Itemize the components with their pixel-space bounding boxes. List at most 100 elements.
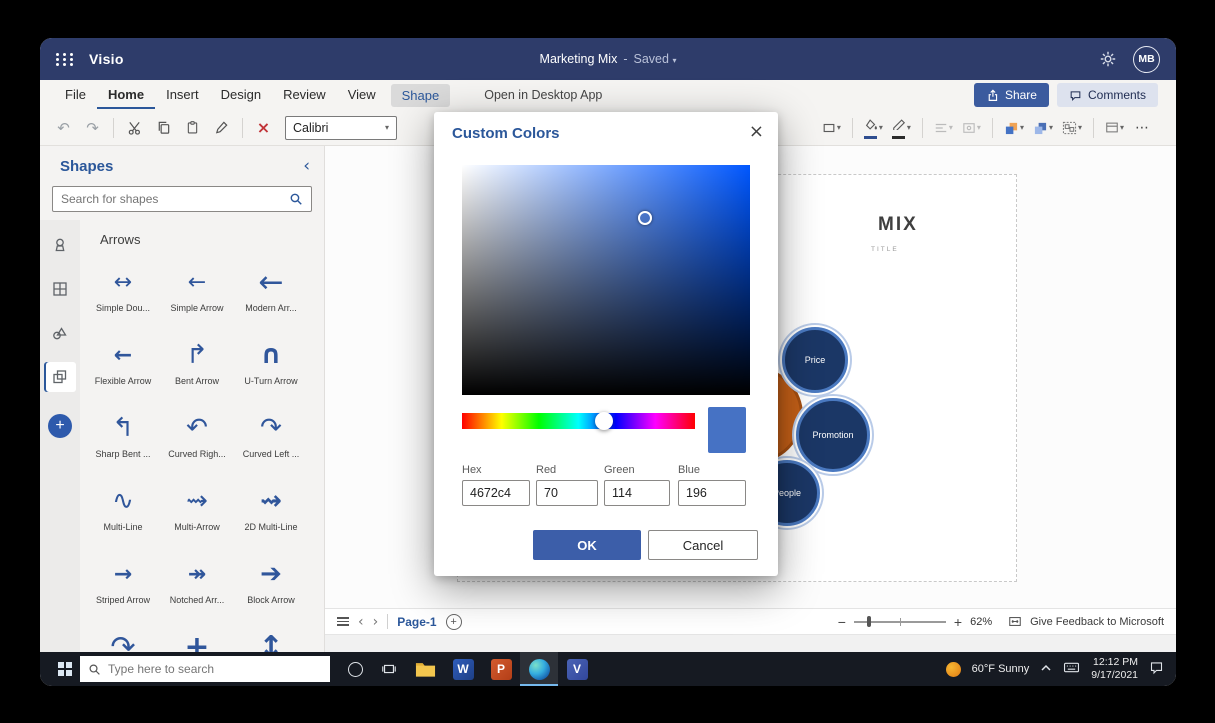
shape-item[interactable]: ➔Block Arrow bbox=[234, 549, 308, 622]
shape-search-input[interactable] bbox=[61, 192, 289, 206]
open-in-desktop-link[interactable]: Open in Desktop App bbox=[484, 88, 602, 102]
document-title[interactable]: Marketing Mix bbox=[540, 52, 618, 66]
align-dropdown[interactable]: ▾ bbox=[931, 120, 956, 136]
shape-item[interactable]: + bbox=[160, 622, 234, 652]
shape-item[interactable]: ←Modern Arr... bbox=[234, 257, 308, 330]
hue-slider-thumb[interactable] bbox=[595, 412, 613, 430]
shape-item[interactable]: ↰Sharp Bent ... bbox=[86, 403, 160, 476]
font-dropdown[interactable]: Calibri ▾ bbox=[285, 116, 397, 140]
add-page-button[interactable]: + bbox=[446, 614, 462, 630]
tab-file[interactable]: File bbox=[54, 82, 97, 109]
shape-search-box[interactable] bbox=[52, 186, 312, 212]
send-backward-dropdown[interactable]: ▾ bbox=[1030, 119, 1056, 137]
shape-item[interactable]: ↕ bbox=[234, 622, 308, 652]
visio-app-icon[interactable]: V bbox=[558, 652, 596, 686]
cancel-button[interactable]: Cancel bbox=[648, 530, 758, 560]
gradient-selector-ring[interactable] bbox=[638, 211, 652, 225]
tab-shape[interactable]: Shape bbox=[391, 84, 451, 107]
promotion-circle-shape[interactable]: Promotion bbox=[796, 398, 870, 472]
shape-item[interactable]: ←Flexible Arrow bbox=[86, 330, 160, 403]
shape-item[interactable]: →Striped Arrow bbox=[86, 549, 160, 622]
ok-button[interactable]: OK bbox=[533, 530, 641, 560]
shape-item[interactable]: ↶Curved Righ... bbox=[160, 403, 234, 476]
undo-icon[interactable]: ↶ bbox=[50, 115, 77, 141]
tab-view[interactable]: View bbox=[337, 82, 387, 109]
start-button[interactable] bbox=[50, 652, 80, 686]
feedback-link[interactable]: Give Feedback to Microsoft bbox=[1030, 616, 1164, 628]
red-input[interactable] bbox=[536, 480, 598, 506]
task-view-icon[interactable] bbox=[372, 652, 406, 686]
zoom-level[interactable]: 62% bbox=[970, 616, 1000, 628]
tab-insert[interactable]: Insert bbox=[155, 82, 210, 109]
shape-item[interactable]: ↠Notched Arr... bbox=[160, 549, 234, 622]
action-center-icon[interactable] bbox=[1149, 660, 1164, 678]
position-dropdown[interactable]: ▾ bbox=[959, 120, 984, 136]
blue-input[interactable] bbox=[678, 480, 746, 506]
tab-review[interactable]: Review bbox=[272, 82, 337, 109]
redo-icon[interactable]: ↷ bbox=[79, 115, 106, 141]
container-dropdown[interactable]: ▾ bbox=[1102, 119, 1127, 136]
avatar[interactable]: MB bbox=[1133, 46, 1160, 73]
tab-design[interactable]: Design bbox=[210, 82, 272, 109]
hue-slider[interactable] bbox=[462, 413, 695, 429]
delete-shape-icon[interactable]: × bbox=[250, 115, 277, 141]
weather-label[interactable]: 60°F Sunny bbox=[972, 663, 1030, 675]
group-dropdown[interactable]: ▾ bbox=[1059, 119, 1085, 137]
cut-icon[interactable] bbox=[121, 115, 148, 141]
edge-browser-icon[interactable] bbox=[520, 652, 558, 686]
bring-forward-dropdown[interactable]: ▾ bbox=[1001, 119, 1027, 137]
shape-item[interactable]: ∩U-Turn Arrow bbox=[234, 330, 308, 403]
price-circle-shape[interactable]: Price bbox=[782, 327, 848, 393]
fit-page-icon[interactable] bbox=[1008, 615, 1022, 628]
shape-item[interactable]: ∿Multi-Line bbox=[86, 476, 160, 549]
paste-icon[interactable] bbox=[179, 115, 206, 141]
page-tab[interactable]: Page-1 bbox=[397, 615, 436, 629]
task-panes-icon[interactable] bbox=[337, 615, 349, 628]
collapse-panel-icon[interactable]: ‹ bbox=[303, 156, 310, 176]
change-shape-dropdown[interactable]: ▾ bbox=[819, 119, 844, 137]
stencil-basic-icon[interactable] bbox=[44, 230, 76, 260]
next-page-icon[interactable]: › bbox=[373, 614, 379, 630]
shape-item[interactable]: ↱Bent Arrow bbox=[160, 330, 234, 403]
fill-color-dropdown[interactable]: ▾ bbox=[861, 115, 886, 141]
zoom-in-button[interactable]: + bbox=[954, 614, 962, 630]
more-options-icon[interactable]: ⋯ bbox=[1130, 120, 1154, 136]
shape-item[interactable]: ↷Curved Left ... bbox=[234, 403, 308, 476]
tab-home[interactable]: Home bbox=[97, 82, 155, 109]
saved-status[interactable]: Saved bbox=[634, 52, 669, 66]
share-button[interactable]: Share bbox=[974, 83, 1049, 107]
hex-input[interactable] bbox=[462, 480, 530, 506]
close-icon[interactable]: × bbox=[749, 121, 764, 142]
diagram-subtitle[interactable]: TITLE bbox=[871, 246, 899, 253]
clock[interactable]: 12:12 PM 9/17/2021 bbox=[1091, 656, 1138, 682]
taskbar-search-box[interactable] bbox=[80, 656, 330, 682]
search-icon[interactable] bbox=[289, 192, 303, 206]
format-painter-icon[interactable] bbox=[208, 115, 235, 141]
green-input[interactable] bbox=[604, 480, 670, 506]
tray-chevron-up-icon[interactable] bbox=[1040, 663, 1052, 675]
word-icon[interactable]: W bbox=[444, 652, 482, 686]
powerpoint-icon[interactable]: P bbox=[482, 652, 520, 686]
stencil-shapes-icon[interactable] bbox=[44, 318, 76, 348]
comments-button[interactable]: Comments bbox=[1057, 83, 1158, 107]
weather-icon[interactable] bbox=[946, 662, 961, 677]
zoom-out-button[interactable]: − bbox=[838, 614, 846, 630]
gear-icon[interactable] bbox=[1099, 50, 1117, 68]
shape-item[interactable]: ←Simple Arrow bbox=[160, 257, 234, 330]
add-stencil-button[interactable]: + bbox=[48, 414, 72, 438]
diagram-title[interactable]: MIX bbox=[878, 214, 918, 236]
color-gradient-picker[interactable] bbox=[462, 165, 750, 395]
shape-item[interactable]: ↔Simple Dou... bbox=[86, 257, 160, 330]
zoom-slider[interactable] bbox=[854, 615, 946, 629]
cortana-icon[interactable] bbox=[338, 652, 372, 686]
stencil-arrows-icon[interactable] bbox=[44, 362, 76, 392]
shape-item[interactable]: ↷ bbox=[86, 622, 160, 652]
taskbar-search-input[interactable] bbox=[108, 662, 322, 676]
app-launcher-waffle-icon[interactable] bbox=[56, 53, 75, 66]
touch-keyboard-icon[interactable] bbox=[1063, 661, 1080, 677]
shape-item[interactable]: ⇝Multi-Arrow bbox=[160, 476, 234, 549]
line-color-dropdown[interactable]: ▾ bbox=[889, 115, 914, 141]
stencil-grid-icon[interactable] bbox=[44, 274, 76, 304]
shape-item[interactable]: ⇝2D Multi-Line bbox=[234, 476, 308, 549]
copy-icon[interactable] bbox=[150, 115, 177, 141]
